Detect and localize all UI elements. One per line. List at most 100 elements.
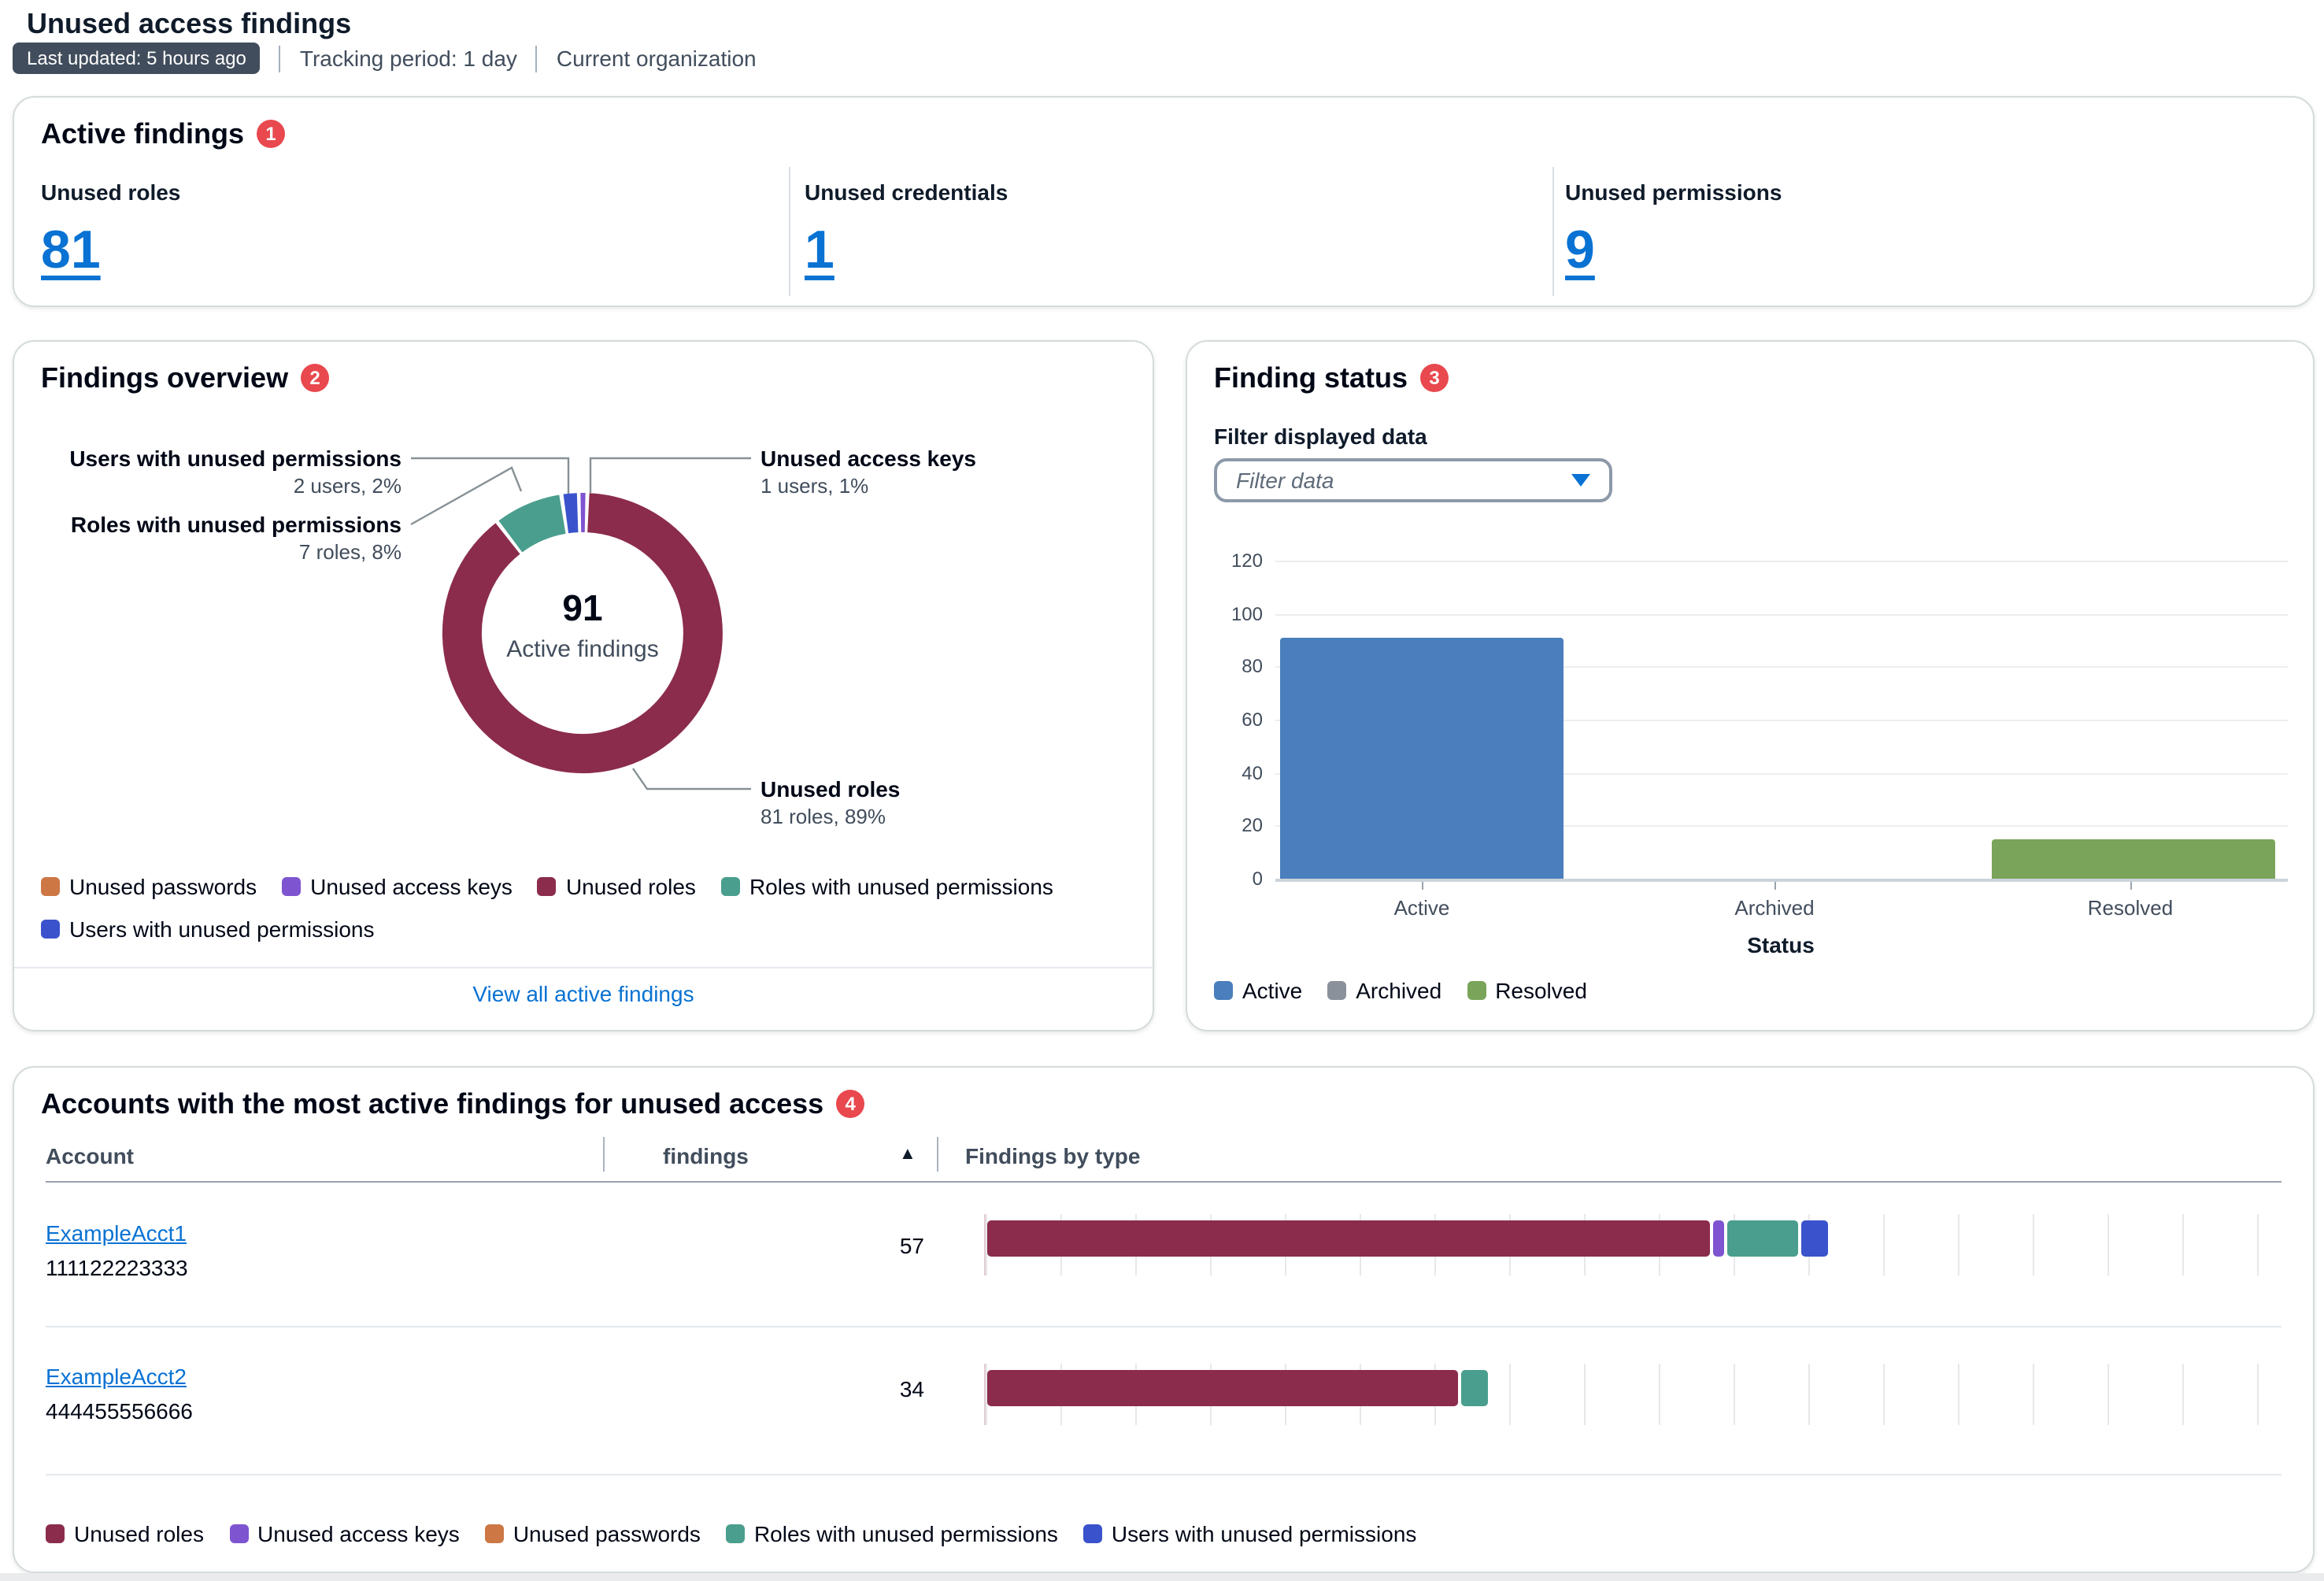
legend-item-unused-roles[interactable]: Unused roles xyxy=(538,874,696,899)
legend-item-active[interactable]: Active xyxy=(1214,978,1302,1003)
meta-divider xyxy=(279,45,281,72)
legend-label: Unused roles xyxy=(74,1521,204,1546)
legend-swatch xyxy=(721,877,740,896)
filter-label: Filter displayed data xyxy=(1214,424,1427,449)
legend-label: Unused roles xyxy=(566,874,696,899)
gridline xyxy=(1275,613,2288,615)
bar-segment-roles-with-unused-permissions[interactable] xyxy=(1727,1220,1798,1257)
legend-item-resolved[interactable]: Resolved xyxy=(1467,978,1587,1003)
legend-label: Active xyxy=(1242,978,1302,1003)
filter-select[interactable]: Filter data xyxy=(1214,458,1612,502)
callout-roles-with-unused-permissions: Roles with unused permissions xyxy=(71,512,402,537)
legend-item-users-with-unused-permissions[interactable]: Users with unused permissions xyxy=(41,916,375,942)
current-organization: Current organization xyxy=(557,46,757,71)
card-title-text: Active findings xyxy=(41,118,244,150)
metric-label: Unused permissions xyxy=(1565,180,1782,205)
legend-label: Users with unused permissions xyxy=(1112,1521,1417,1546)
legend-item-unused-passwords[interactable]: Unused passwords xyxy=(41,874,257,899)
legend-swatch xyxy=(282,877,301,896)
annotation-badge-1: 1 xyxy=(257,120,285,148)
metric-value-link[interactable]: 81 xyxy=(41,220,101,282)
legend-label: Unused passwords xyxy=(69,874,257,899)
page-meta: Last updated: 5 hours ago Tracking perio… xyxy=(13,43,757,74)
legend-swatch xyxy=(538,877,557,896)
legend-item-roles-with-unused-permissions[interactable]: Roles with unused permissions xyxy=(721,874,1053,899)
legend-swatch xyxy=(1327,981,1346,1000)
metric-label: Unused roles xyxy=(41,180,180,205)
legend-label: Roles with unused permissions xyxy=(749,874,1053,899)
y-axis-tick-label: 0 xyxy=(1209,868,1263,890)
legend-swatch xyxy=(1083,1524,1102,1543)
card-title-text: Finding status xyxy=(1214,362,1408,394)
sort-ascending-icon[interactable]: ▲ xyxy=(899,1145,916,1164)
metric-value-link[interactable]: 9 xyxy=(1565,220,1595,282)
tracking-period: Tracking period: 1 day xyxy=(300,46,517,71)
donut-center-label: Active findings xyxy=(457,636,709,663)
callout-unused-roles: Unused roles xyxy=(760,776,900,802)
legend-item-unused-roles[interactable]: Unused roles xyxy=(46,1521,204,1546)
y-axis-tick-label: 100 xyxy=(1209,602,1263,624)
metric-divider xyxy=(1552,167,1554,296)
column-header-findings[interactable]: findings xyxy=(663,1143,749,1168)
column-header-account[interactable]: Account xyxy=(46,1143,134,1168)
metric-unused-permissions: Unused permissions 9 xyxy=(1565,170,1782,282)
y-axis-tick-label: 120 xyxy=(1209,550,1263,572)
legend-swatch xyxy=(1214,981,1233,1000)
y-axis-tick-label: 20 xyxy=(1209,815,1263,837)
legend-label: Roles with unused permissions xyxy=(754,1521,1058,1546)
x-axis-label-active: Active xyxy=(1312,896,1532,920)
callout-unused-access-keys: Unused access keys xyxy=(760,446,976,471)
row-divider xyxy=(46,1474,2281,1475)
annotation-badge-4: 4 xyxy=(836,1090,864,1118)
bar-segment-unused-roles[interactable] xyxy=(987,1370,1458,1406)
callout-line-roles-with-unused-permissions xyxy=(411,468,521,524)
account-id: 444455556666 xyxy=(46,1398,193,1424)
accounts-card-title: Accounts with the most active findings f… xyxy=(41,1088,864,1121)
metric-unused-credentials: Unused credentials 1 xyxy=(805,170,1008,282)
findings-overview-card: Findings overview2 91 Active findings Us… xyxy=(13,340,1154,1031)
legend-label: Unused passwords xyxy=(513,1521,701,1546)
legend-label: Resolved xyxy=(1495,978,1587,1003)
legend-item-unused-access-keys[interactable]: Unused access keys xyxy=(229,1521,460,1546)
legend-swatch xyxy=(41,877,60,896)
legend-item-unused-passwords[interactable]: Unused passwords xyxy=(485,1521,701,1546)
callout-detail: 2 users, 2% xyxy=(294,474,402,498)
table-row: ExampleAcct1 111122223333 57 xyxy=(14,1183,2313,1326)
bar-segment-unused-roles[interactable] xyxy=(987,1220,1709,1257)
legend-swatch xyxy=(726,1524,745,1543)
callout-detail: 81 roles, 89% xyxy=(760,805,886,828)
legend-label: Archived xyxy=(1356,978,1441,1003)
legend-item-users-with-unused-permissions[interactable]: Users with unused permissions xyxy=(1083,1521,1417,1546)
bar-segment-unused-access-keys[interactable] xyxy=(1712,1220,1724,1257)
finding-status-card: Finding status 3 Filter displayed data Fi… xyxy=(1186,340,2315,1031)
accounts-legend: Unused roles Unused access keys Unused pas… xyxy=(46,1521,2281,1546)
page-bottom-strip xyxy=(0,1573,2324,1581)
legend-label: Unused access keys xyxy=(257,1521,460,1546)
legend-swatch xyxy=(46,1524,65,1543)
legend-swatch xyxy=(1467,981,1486,1000)
y-axis-tick-label: 80 xyxy=(1209,656,1263,678)
bar-active[interactable] xyxy=(1280,638,1564,879)
findings-overview-legend: Unused passwords Unused access keys Unused… xyxy=(41,874,1134,942)
annotation-badge-3: 3 xyxy=(1420,364,1449,392)
legend-swatch xyxy=(229,1524,248,1543)
findings-type-bar-track xyxy=(984,1214,2286,1276)
filter-select-placeholder: Filter data xyxy=(1236,468,1334,493)
account-link[interactable]: ExampleAcct1 xyxy=(46,1220,187,1246)
findings-count: 57 xyxy=(814,1233,924,1258)
donut-slice-roles-with-unused-permissions[interactable] xyxy=(510,514,562,536)
gridline xyxy=(1275,561,2288,562)
account-link[interactable]: ExampleAcct2 xyxy=(46,1364,187,1389)
metric-value-link[interactable]: 1 xyxy=(805,220,834,282)
callout-users-with-unused-permissions: Users with unused permissions xyxy=(69,446,402,471)
legend-item-archived[interactable]: Archived xyxy=(1327,978,1441,1003)
x-axis-tick xyxy=(1422,882,1423,890)
view-all-active-findings-link[interactable]: View all active findings xyxy=(472,981,694,1006)
bar-resolved[interactable] xyxy=(1992,839,2275,879)
bar-segment-users-with-unused-permissions[interactable] xyxy=(1801,1220,1828,1257)
bar-segment-roles-with-unused-permissions[interactable] xyxy=(1461,1370,1488,1406)
x-axis-baseline xyxy=(1275,879,2288,882)
legend-item-unused-access-keys[interactable]: Unused access keys xyxy=(282,874,513,899)
active-findings-card-title: Active findings 1 xyxy=(41,118,285,151)
legend-item-roles-with-unused-permissions[interactable]: Roles with unused permissions xyxy=(726,1521,1058,1546)
